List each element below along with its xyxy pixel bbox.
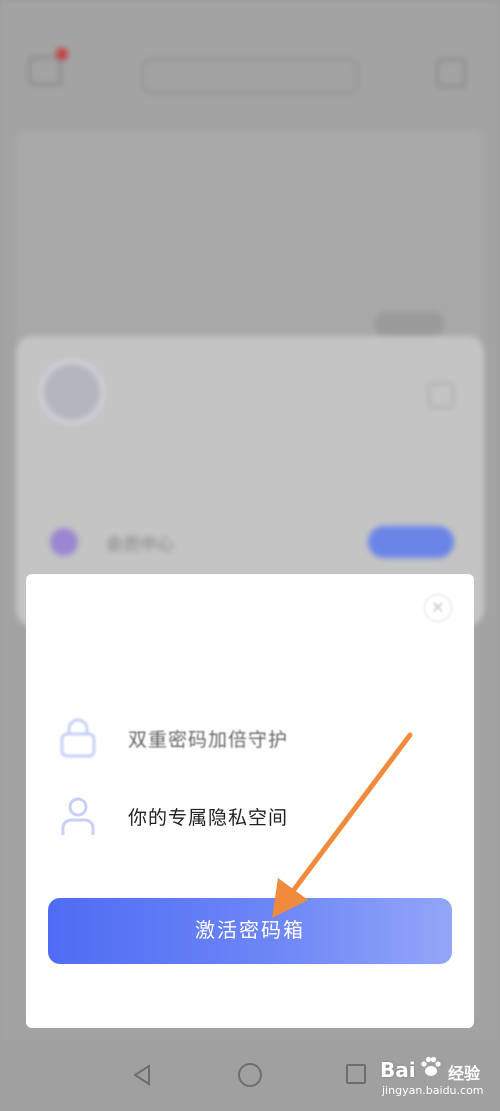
card-pill[interactable] bbox=[374, 312, 444, 336]
watermark-brand: Bai bbox=[380, 1058, 416, 1082]
vip-button[interactable] bbox=[368, 526, 454, 558]
feature-text: 你的专属隐私空间 bbox=[128, 807, 289, 829]
feature-item-private-space: 你的专属隐私空间 bbox=[56, 794, 446, 842]
watermark-domain: jingyan.baidu.com bbox=[382, 1084, 484, 1097]
password-box-modal: ✕ 双重密码加倍守护 你的专属隐私空间 激活密码箱 bbox=[26, 574, 474, 1028]
person-icon bbox=[61, 797, 95, 835]
close-icon[interactable]: ✕ bbox=[424, 594, 452, 622]
baidu-jingyan-watermark: Bai 经验 jingyan.baidu.com bbox=[380, 1056, 490, 1104]
lock-icon bbox=[60, 718, 96, 758]
home-icon[interactable] bbox=[238, 1063, 262, 1087]
status-bar bbox=[0, 0, 500, 36]
feature-text: 双重密码加倍守护 bbox=[128, 729, 289, 751]
search-box[interactable] bbox=[142, 58, 358, 94]
vip-center-label: 会员中心 bbox=[106, 535, 174, 555]
edit-icon[interactable] bbox=[428, 382, 454, 408]
feature-item-dual-password: 双重密码加倍守护 bbox=[56, 716, 446, 764]
top-bar bbox=[0, 40, 500, 106]
recent-apps-icon[interactable] bbox=[346, 1064, 366, 1084]
notification-dot bbox=[56, 48, 68, 60]
activate-password-box-button[interactable]: 激活密码箱 bbox=[48, 898, 452, 964]
scan-icon[interactable] bbox=[436, 58, 466, 88]
background-card bbox=[16, 130, 484, 360]
back-icon[interactable] bbox=[132, 1064, 152, 1086]
avatar[interactable] bbox=[40, 360, 104, 424]
vip-icon bbox=[50, 528, 78, 556]
paw-icon bbox=[421, 1056, 441, 1076]
watermark-suffix: 经验 bbox=[448, 1064, 481, 1083]
menu-icon[interactable] bbox=[28, 56, 62, 86]
